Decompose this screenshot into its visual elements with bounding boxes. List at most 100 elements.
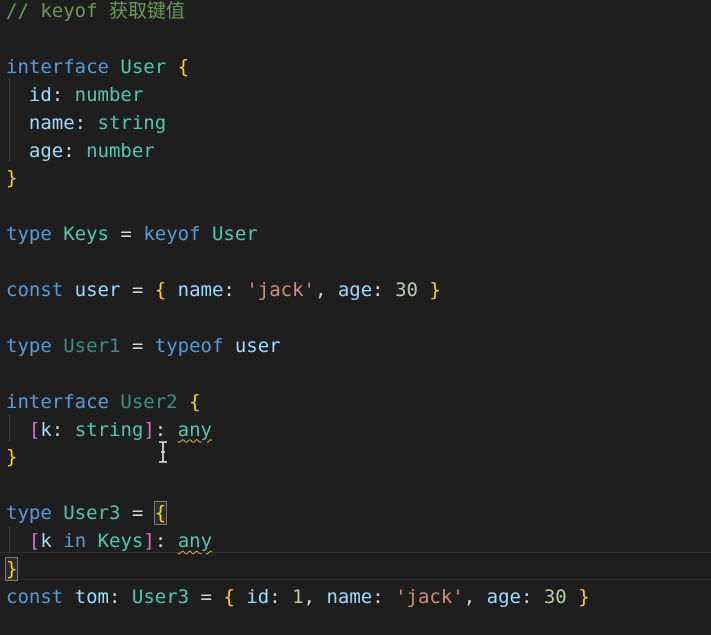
code-token: age [486,585,521,608]
code-line[interactable]: type User3 = { [6,499,168,527]
code-token: , [463,585,487,608]
code-token: name [326,585,373,608]
code-token: } [6,446,18,469]
code-token: age [28,139,64,162]
code-token: } [578,585,590,608]
code-line[interactable]: name: string [6,109,166,137]
code-token: name [28,111,75,134]
code-token: id [246,585,270,608]
code-token: : [154,418,178,441]
code-token: : [63,139,87,162]
code-token: type [6,334,52,357]
code-token: 1 [292,585,304,608]
code-token: tom [74,585,109,608]
code-token: name [177,279,224,301]
code-token: User [211,223,258,246]
code-token: user [234,334,281,357]
code-token: 30 [395,279,418,301]
code-token: string [74,418,144,441]
code-token: = [120,334,155,357]
code-token: } [6,167,18,190]
code-line[interactable]: interface User2 { [6,388,201,416]
code-token: User3 [63,502,121,525]
current-line-highlight [0,552,711,580]
code-token: : [108,585,132,608]
code-token: user [74,279,121,301]
code-token: User1 [63,334,121,357]
code-token: { [153,501,168,526]
code-token: number [74,83,144,106]
code-line[interactable]: const tom: User3 = { id: 1, name: 'jack'… [6,583,590,611]
code-token: k [40,530,52,553]
code-editor[interactable]: // keyof 获取键值 interface User { id: number… [0,0,711,635]
code-line[interactable]: type Keys = keyof User [6,220,258,248]
code-token: = [120,279,155,301]
code-token: id [28,83,52,106]
code-line[interactable]: [k in Keys]: any [6,527,212,555]
code-token: type [6,502,52,525]
code-token: ] [143,418,155,441]
code-line[interactable]: age: number [6,137,155,165]
code-token: age [337,279,373,301]
code-token: : [520,585,544,608]
code-token: : [372,585,396,608]
code-token: : [74,111,98,134]
code-token: User [120,55,167,78]
code-token: 'jack' [246,279,315,301]
code-line[interactable]: } [6,164,17,192]
code-token: { [154,279,167,301]
code-token: interface [6,390,109,413]
code-token: in [63,530,87,553]
code-line[interactable]: } [4,555,19,583]
code-token: // keyof 获取键值 [6,0,185,22]
code-token: [ [28,418,41,441]
code-token: 'jack' [395,585,464,608]
code-token: { [177,55,190,78]
code-line[interactable]: } [6,443,17,471]
text-ibeam-cursor-icon [159,441,167,463]
code-token: const [6,585,64,608]
code-token: 30 [543,585,567,608]
code-token: : [269,585,293,608]
code-token: ] [143,530,155,553]
code-token: Keys [97,530,144,553]
code-line[interactable]: [k: string]: any [6,416,212,444]
code-token: = [120,502,155,525]
code-token: = [189,585,224,608]
code-token: k [40,418,52,441]
code-token: , [314,279,338,301]
code-token: } [4,557,19,581]
code-token: : [154,530,178,553]
code-line[interactable]: type User1 = typeof user [6,332,281,360]
code-line[interactable]: id: number [6,81,143,109]
code-token: any [177,418,212,441]
code-token: User3 [131,585,190,608]
code-token: const [6,279,64,301]
code-token: : [223,279,247,301]
code-token: any [177,530,213,553]
code-line[interactable]: const user = { name: 'jack', age: 30 } [6,276,441,304]
code-token: , [303,585,327,608]
code-line[interactable]: interface User { [6,53,189,81]
code-line[interactable]: // keyof 获取键值 [6,0,185,25]
code-token: keyof [143,223,201,246]
code-token: : [372,279,396,301]
